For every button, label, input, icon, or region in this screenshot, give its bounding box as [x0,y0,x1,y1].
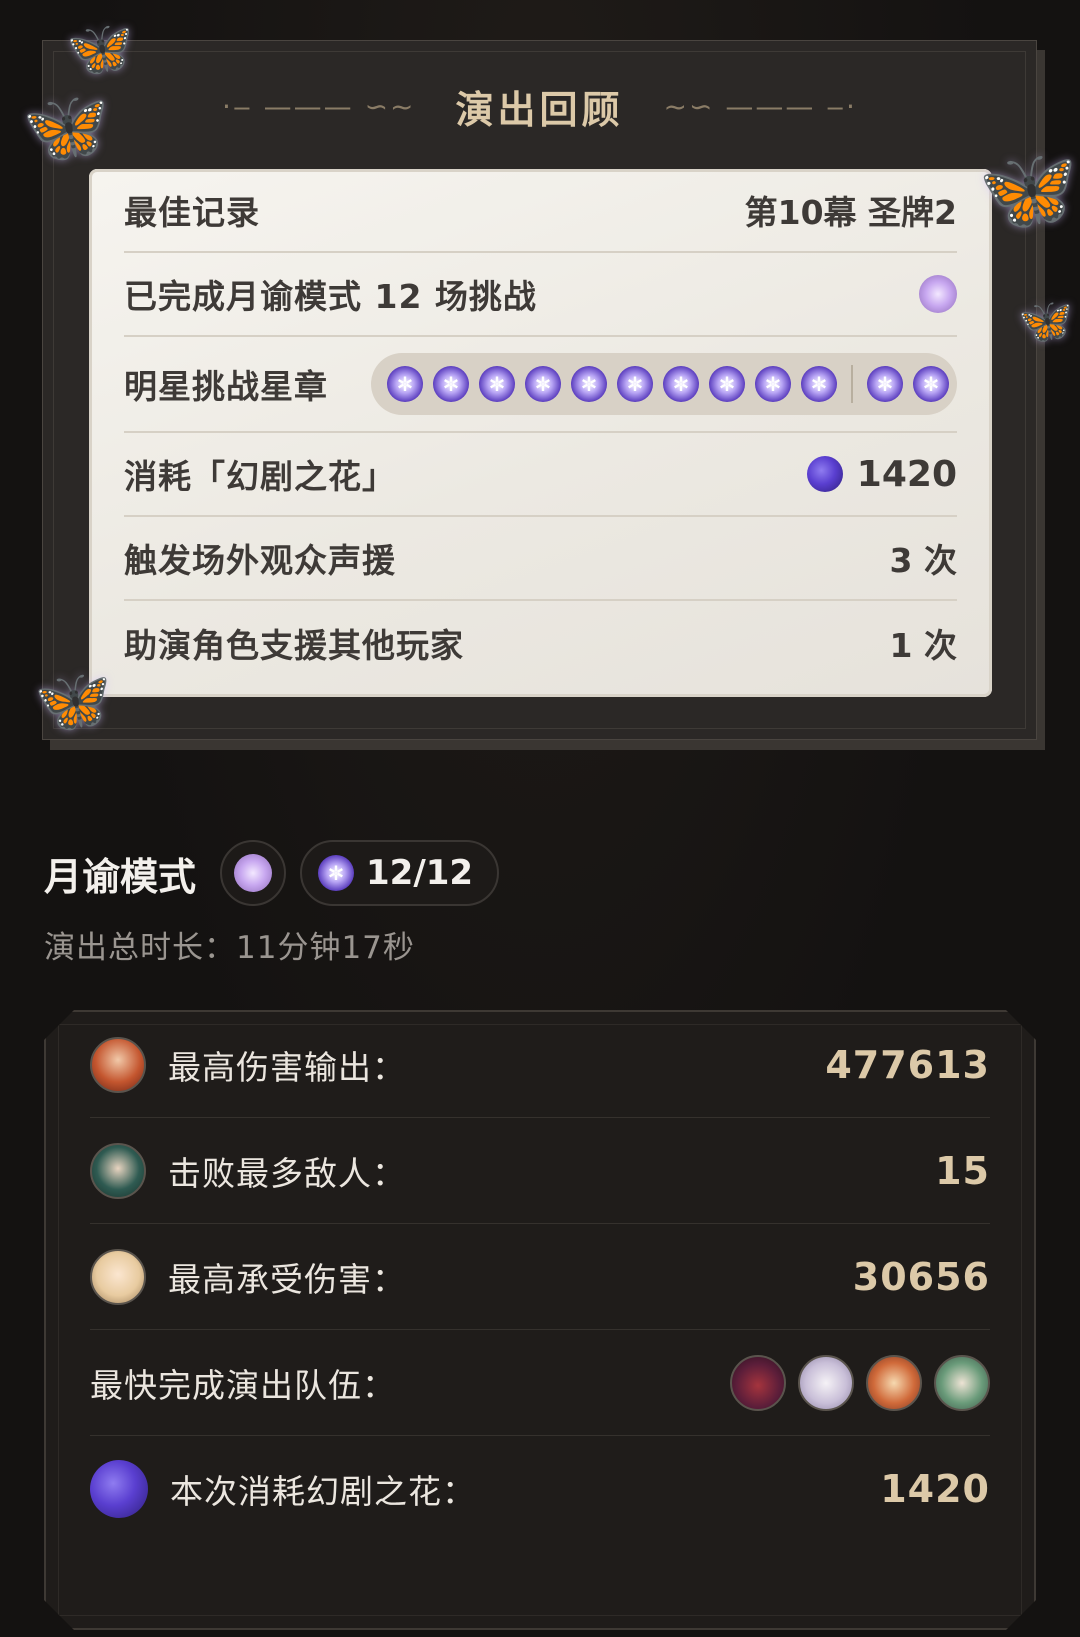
stat-row-flower-spent: 本次消耗幻剧之花： 1420 [90,1436,990,1542]
star-medal-separator [851,365,853,403]
completed-label: 已完成月谕模式 12 场挑战 [124,277,537,316]
star-badge-row: 明星挑战星章 ✲ ✲ ✲ ✲ ✲ ✲ ✲ ✲ ✲ ✲ ✲ ✲ [124,337,957,433]
best-record-value: 第10幕 圣牌2 [744,193,957,232]
total-duration: 演出总时长：11分钟17秒 [44,930,415,966]
completed-row: 已完成月谕模式 12 场挑战 [124,253,957,337]
best-record-row: 最佳记录 第10幕 圣牌2 [124,169,957,253]
audience-support-value: 3 次 [889,541,957,580]
stat-row-most-defeats: 击败最多敌人： 15 [90,1118,990,1224]
star-medal-icon: ✲ [755,366,791,402]
star-badge-strip: ✲ ✲ ✲ ✲ ✲ ✲ ✲ ✲ ✲ ✲ ✲ ✲ [371,353,957,415]
star-medal-icon: ✲ [801,366,837,402]
highest-damage-value: 477613 [825,1042,990,1087]
flower-icon [806,456,843,492]
mode-header: 月谕模式 ✲ 12/12 [44,840,500,906]
right-flourish-icon: ~∽ ——— ‒· [663,89,857,123]
review-title: 演出回顾 [455,87,624,132]
star-medal-icon: ✲ [913,366,949,402]
support-others-label: 助演角色支援其他玩家 [124,626,464,665]
star-progress-pill[interactable]: ✲ 12/12 [300,840,500,906]
butterfly-icon: 🦋 [22,86,110,168]
star-medal-icon: ✲ [525,366,561,402]
review-card: ·‒ ——— ∽~ 演出回顾 ~∽ ——— ‒· 最佳记录 第10幕 圣牌2 已… [42,40,1037,740]
butterfly-icon: 🦋 [1018,296,1073,347]
star-medal-icon: ✲ [318,855,355,891]
character-avatar[interactable] [90,1142,146,1199]
stat-row-highest-damage: 最高伤害输出： 477613 [90,1012,990,1118]
star-medal-icon: ✲ [663,366,699,402]
flower-consumed-label: 消耗「幻剧之花」 [124,457,396,496]
trophy-icon [234,854,273,892]
highest-taken-label: 最高承受伤害： [168,1259,406,1299]
flower-spent-value: 1420 [880,1467,990,1511]
stat-row-fastest-team: 最快完成演出队伍： [90,1330,990,1436]
stats-card: 最高伤害输出： 477613 击败最多敌人： 15 最高承受伤害： 30656 … [44,1010,1036,1630]
left-flourish-icon: ·‒ ——— ∽~ [222,89,416,123]
review-title-row: ·‒ ——— ∽~ 演出回顾 ~∽ ——— ‒· [43,71,1036,141]
star-medal-icon: ✲ [571,366,607,402]
star-medal-icon: ✲ [387,366,423,402]
butterfly-icon: 🦋 [66,17,134,80]
best-record-label: 最佳记录 [124,193,260,232]
flower-spent-label: 本次消耗幻剧之花： [170,1472,476,1511]
character-avatar[interactable] [798,1354,854,1411]
support-others-value: 1 次 [889,626,957,665]
star-progress-text: 12/12 [366,853,474,893]
star-medal-icon: ✲ [709,366,745,402]
butterfly-icon: 🦋 [978,143,1078,236]
audience-support-row: 触发场外观众声援 3 次 [124,517,957,601]
character-avatar[interactable] [90,1248,146,1305]
fastest-team-label: 最快完成演出队伍： [90,1365,396,1405]
butterfly-icon: 🦋 [34,664,112,737]
most-defeats-label: 击败最多敌人： [168,1153,406,1193]
star-medal-icon: ✲ [479,366,515,402]
trophy-icon [919,275,957,313]
flower-consumed-value: 1420 [856,453,957,495]
fastest-team-avatars [730,1354,990,1411]
star-medal-icon: ✲ [617,366,653,402]
character-avatar[interactable] [934,1354,990,1411]
mode-title: 月谕模式 [44,854,197,899]
star-badge-label: 明星挑战星章 [124,367,328,406]
star-medal-icon: ✲ [433,366,469,402]
support-others-row: 助演角色支援其他玩家 1 次 [124,601,957,685]
audience-support-label: 触发场外观众声援 [124,541,396,580]
trophy-button[interactable] [220,840,287,906]
star-medal-icon: ✲ [867,366,903,402]
flower-consumed-row: 消耗「幻剧之花」 1420 [124,433,957,517]
highest-damage-label: 最高伤害输出： [168,1047,406,1087]
flower-icon [90,1460,148,1518]
stat-row-highest-taken: 最高承受伤害： 30656 [90,1224,990,1330]
character-avatar[interactable] [866,1354,922,1411]
character-avatar[interactable] [90,1036,146,1093]
highest-taken-value: 30656 [852,1254,990,1299]
character-avatar[interactable] [730,1354,786,1411]
most-defeats-value: 15 [935,1148,990,1193]
review-paper: 最佳记录 第10幕 圣牌2 已完成月谕模式 12 场挑战 明星挑战星章 ✲ ✲ ✲ ✲… [89,169,992,697]
